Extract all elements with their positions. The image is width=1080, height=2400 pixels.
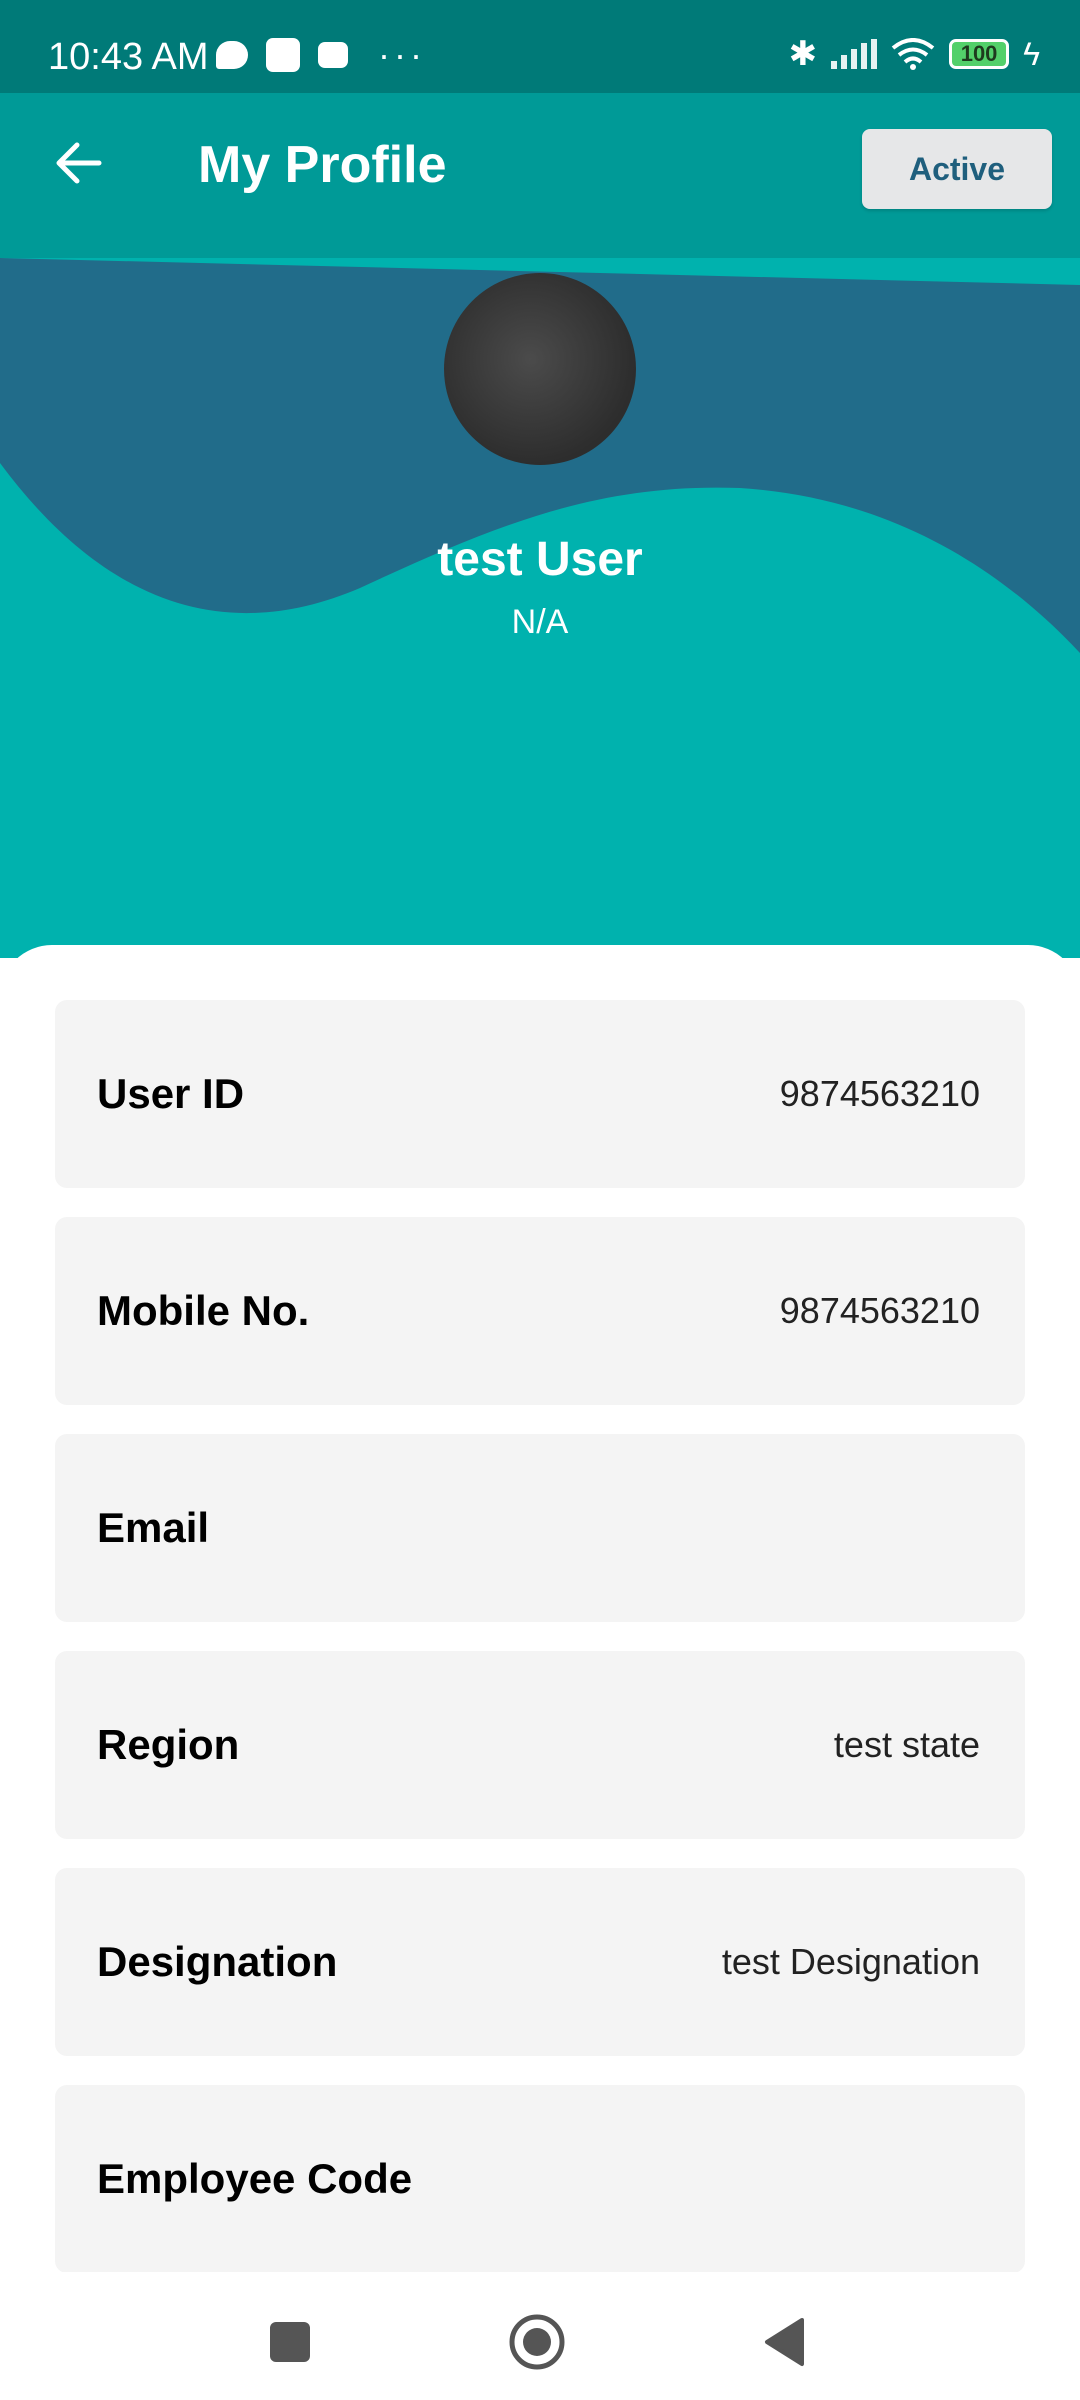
status-time: 10:43 AM bbox=[48, 36, 209, 78]
back-triangle-icon bbox=[765, 2318, 804, 2366]
field-label: Designation bbox=[97, 1938, 338, 1985]
wifi-icon bbox=[891, 38, 935, 70]
user-subtitle: N/A bbox=[511, 603, 569, 641]
avatar[interactable] bbox=[444, 273, 636, 465]
info-row-region: Region test state bbox=[55, 1651, 1025, 1839]
notification-icons: ··· bbox=[216, 34, 426, 75]
back-nav-button[interactable] bbox=[754, 2312, 814, 2372]
battery-icon: 100 bbox=[949, 39, 1010, 69]
arrow-left-icon bbox=[56, 142, 102, 184]
profile-details-card: User ID 9874563210 Mobile No. 9874563210… bbox=[0, 945, 1080, 2275]
back-button[interactable] bbox=[48, 133, 108, 193]
signal-icon bbox=[831, 39, 878, 69]
field-value: test Designation bbox=[721, 1941, 980, 1982]
more-dots-icon: ··· bbox=[378, 34, 426, 75]
recent-apps-icon bbox=[270, 2322, 310, 2362]
info-row-employee-code: Employee Code bbox=[55, 2085, 1025, 2273]
info-row-mobile: Mobile No. 9874563210 bbox=[55, 1217, 1025, 1405]
chat-bubble-icon bbox=[216, 41, 248, 69]
user-name: test User bbox=[437, 533, 643, 586]
field-value: 9874563210 bbox=[779, 1073, 980, 1114]
status-bar: 10:43 AM ··· ✱ 100 ϟ bbox=[0, 0, 1080, 93]
bluetooth-icon: ✱ bbox=[788, 35, 818, 73]
page-title: My Profile bbox=[198, 136, 447, 194]
system-icons: ✱ 100 ϟ bbox=[789, 34, 1040, 74]
field-label: Region bbox=[97, 1721, 240, 1768]
info-row-user-id: User ID 9874563210 bbox=[55, 1000, 1025, 1188]
info-row-designation: Designation test Designation bbox=[55, 1868, 1025, 2056]
field-label: Employee Code bbox=[97, 2155, 413, 2202]
field-label: Email bbox=[97, 1504, 210, 1551]
image-icon bbox=[266, 38, 300, 72]
charging-bolt-icon: ϟ bbox=[1023, 35, 1040, 72]
recent-apps-button[interactable] bbox=[260, 2312, 320, 2372]
field-value: 9874563210 bbox=[779, 1290, 980, 1331]
active-status-button[interactable]: Active bbox=[862, 129, 1052, 209]
app-bar: My Profile Active bbox=[0, 93, 1080, 258]
calendar-icon bbox=[318, 42, 348, 68]
field-value: test state bbox=[833, 1724, 980, 1765]
info-row-email: Email bbox=[55, 1434, 1025, 1622]
field-label: Mobile No. bbox=[97, 1287, 310, 1334]
field-label: User ID bbox=[97, 1070, 245, 1117]
home-button[interactable] bbox=[507, 2312, 567, 2372]
home-icon bbox=[509, 2314, 565, 2370]
system-navigation-bar bbox=[0, 2272, 1080, 2400]
